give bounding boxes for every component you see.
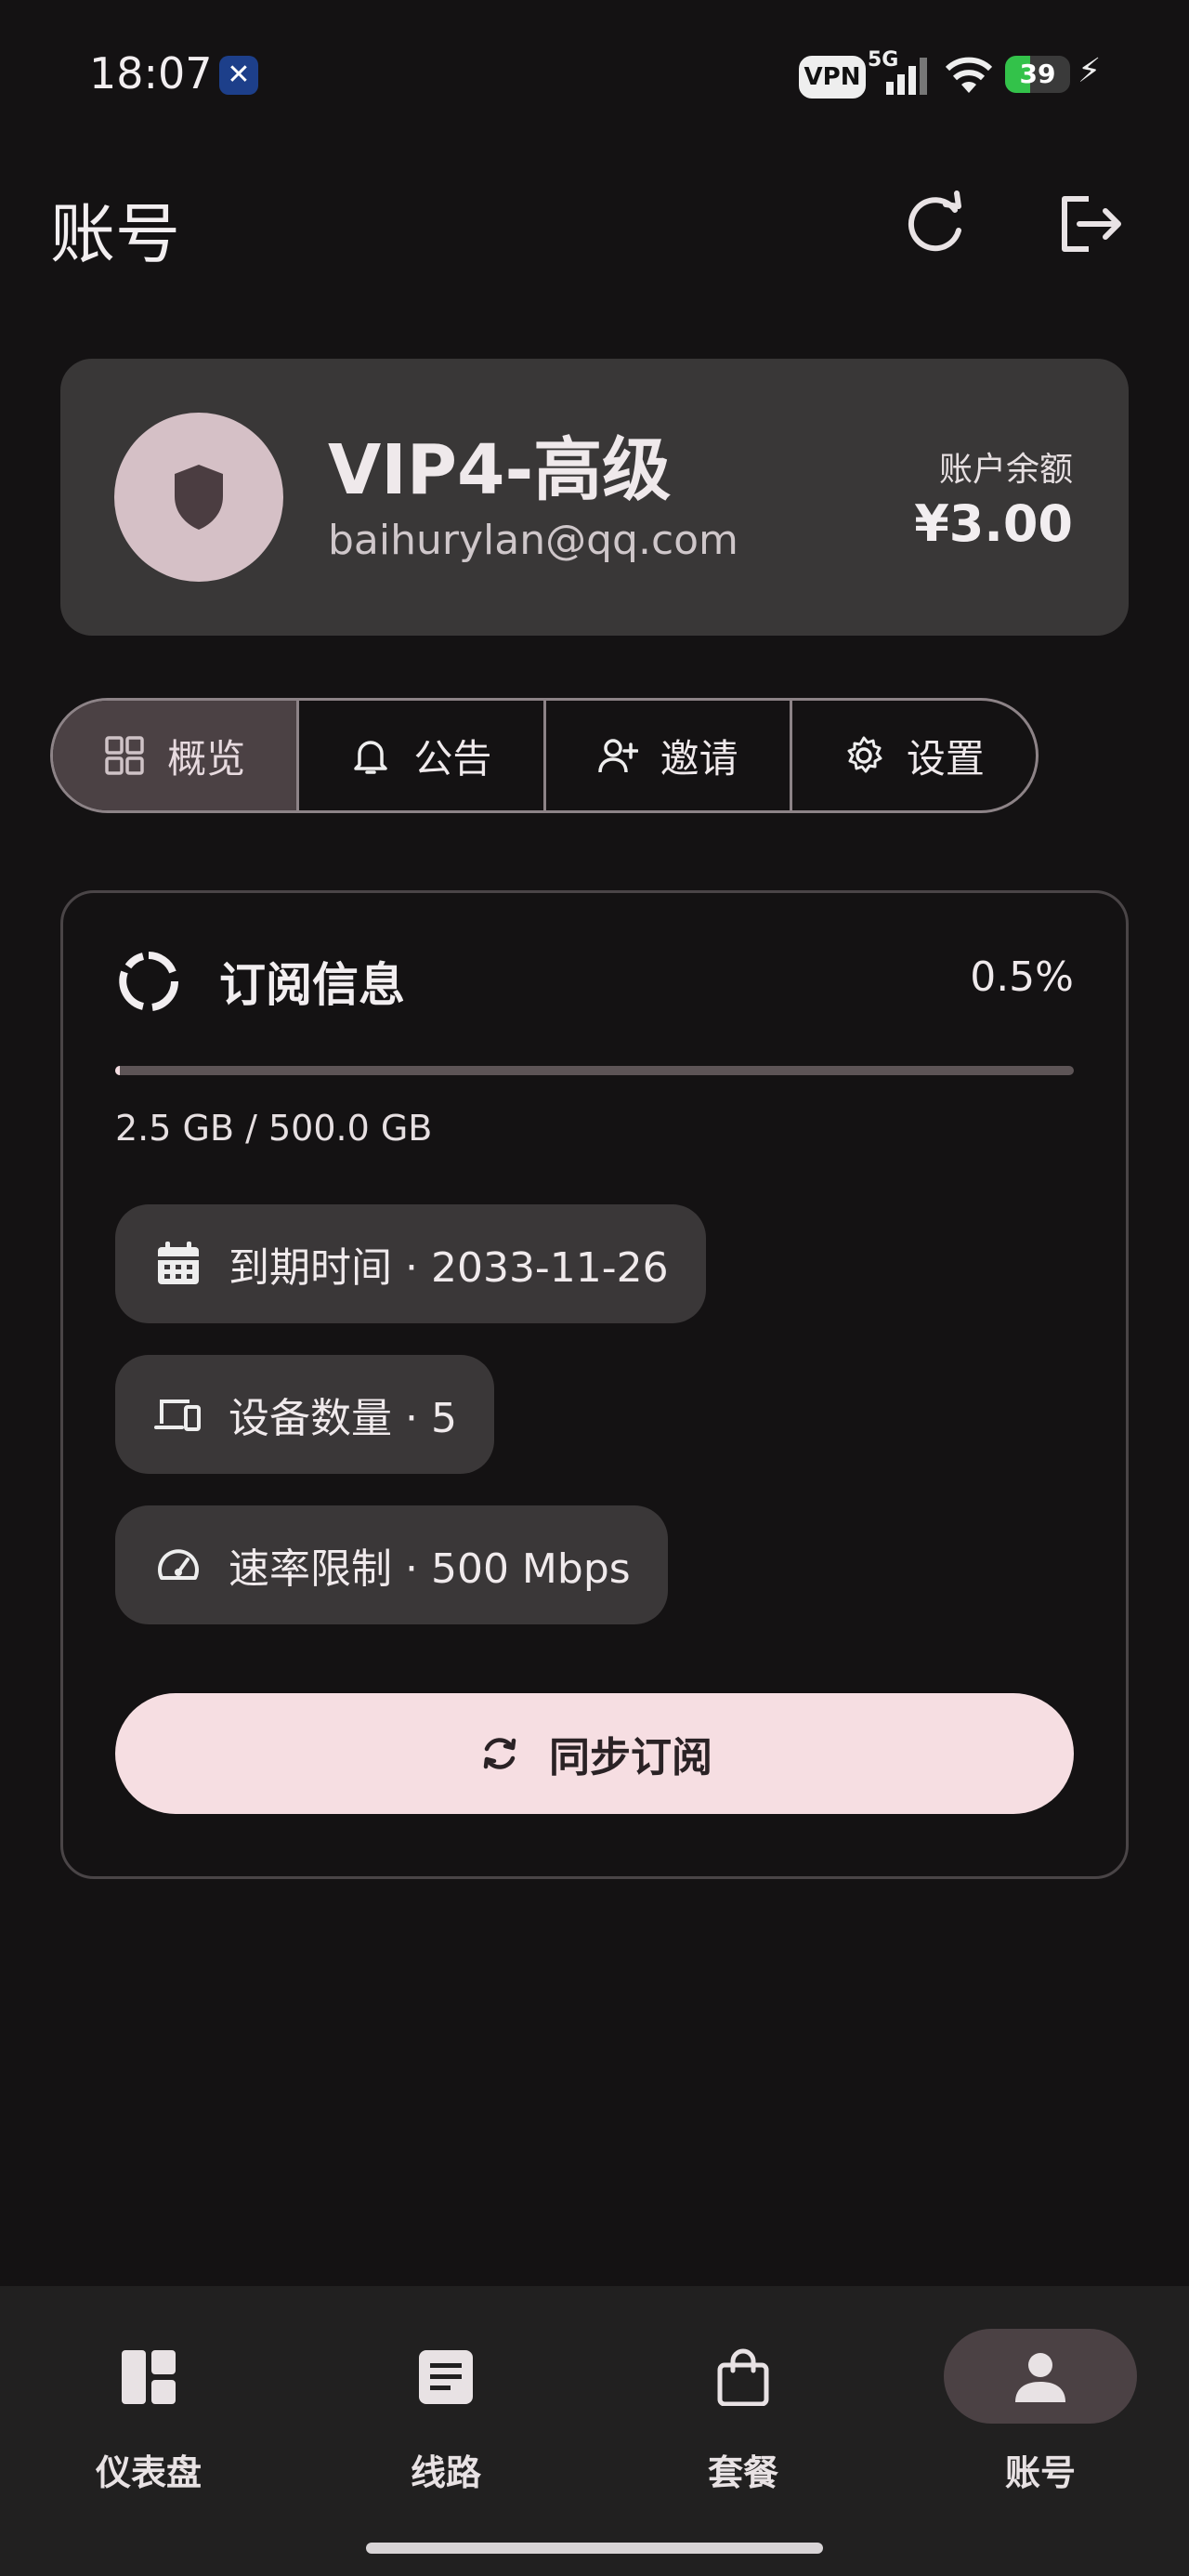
usage-progress-fill (115, 1066, 121, 1075)
tab-label: 公告 (413, 735, 492, 782)
calendar-icon (158, 1242, 199, 1284)
bell-icon (354, 741, 388, 774)
devices-icon (154, 1400, 201, 1431)
list-icon (419, 2350, 473, 2404)
grid-icon (105, 736, 144, 775)
speed-chip: 速率限制 · 500 Mbps (115, 1505, 668, 1624)
speedometer-icon (158, 1549, 199, 1580)
nav-label: 仪表盘 (95, 2452, 202, 2493)
balance-label: 账户余额 (938, 451, 1073, 489)
subscription-title: 订阅信息 (219, 958, 405, 1012)
sync-icon (483, 1738, 516, 1769)
person-icon (1015, 2353, 1065, 2402)
logout-button[interactable] (1050, 182, 1133, 266)
plan-name: VIP4-高级 (328, 430, 672, 510)
account-email: baihurylan@qq.com (328, 517, 738, 564)
person-add-icon (597, 739, 638, 773)
tab-settings[interactable]: 设置 (792, 701, 1036, 810)
dashboard-icon (122, 2350, 176, 2404)
profile-card: VIP4-高级 baihurylan@qq.com 账户余额 ¥3.00 (60, 359, 1129, 636)
tab-announcements[interactable]: 公告 (299, 701, 546, 810)
balance-value: ¥3.00 (914, 494, 1073, 553)
x-app-icon: ✕ (219, 56, 258, 95)
nav-label: 账号 (1004, 2452, 1076, 2493)
nav-account[interactable]: 账号 (938, 2331, 1143, 2495)
signal-icon (886, 58, 927, 95)
vpn-badge: VPN (799, 56, 866, 99)
sync-button-label: 同步订阅 (549, 1734, 712, 1781)
tab-label: 设置 (906, 735, 985, 782)
home-indicator[interactable] (366, 2543, 823, 2554)
bag-icon (717, 2348, 769, 2406)
devices-chip: 设备数量 · 5 (115, 1355, 494, 1474)
charging-icon: ⚡ (1078, 52, 1102, 90)
expiry-text: 到期时间 · 2033-11-26 (229, 1244, 669, 1292)
expiry-chip: 到期时间 · 2033-11-26 (115, 1204, 706, 1323)
tab-invite[interactable]: 邀请 (546, 701, 792, 810)
account-tabs: 概览 公告 邀请 设置 (50, 698, 1039, 813)
usage-text: 2.5 GB / 500.0 GB (115, 1108, 433, 1149)
usage-ring-icon (119, 952, 179, 1011)
usage-percent: 0.5% (970, 953, 1074, 1001)
shield-icon (175, 465, 223, 530)
usage-progress-bar (115, 1066, 1074, 1075)
speed-text: 速率限制 · 500 Mbps (229, 1545, 631, 1593)
battery-indicator: 39 (1005, 56, 1070, 93)
status-time: 18:07 (89, 48, 213, 99)
refresh-icon (908, 191, 961, 252)
nav-dashboard[interactable]: 仪表盘 (46, 2331, 251, 2495)
nav-label: 线路 (410, 2452, 481, 2493)
avatar (114, 413, 283, 582)
nav-routes[interactable]: 线路 (344, 2331, 548, 2495)
battery-level: 39 (1019, 59, 1056, 89)
tab-label: 概览 (167, 735, 246, 782)
logout-icon (1062, 196, 1121, 252)
sync-subscription-button[interactable]: 同步订阅 (115, 1693, 1074, 1814)
refresh-button[interactable] (894, 182, 977, 266)
tab-label: 邀请 (660, 735, 738, 782)
wifi-icon (945, 57, 993, 93)
nav-label: 套餐 (707, 2452, 778, 2493)
gear-icon (847, 736, 882, 773)
devices-text: 设备数量 · 5 (229, 1395, 457, 1442)
nav-plans[interactable]: 套餐 (641, 2331, 845, 2495)
tab-overview[interactable]: 概览 (53, 701, 300, 810)
page-title: 账号 (50, 196, 180, 272)
